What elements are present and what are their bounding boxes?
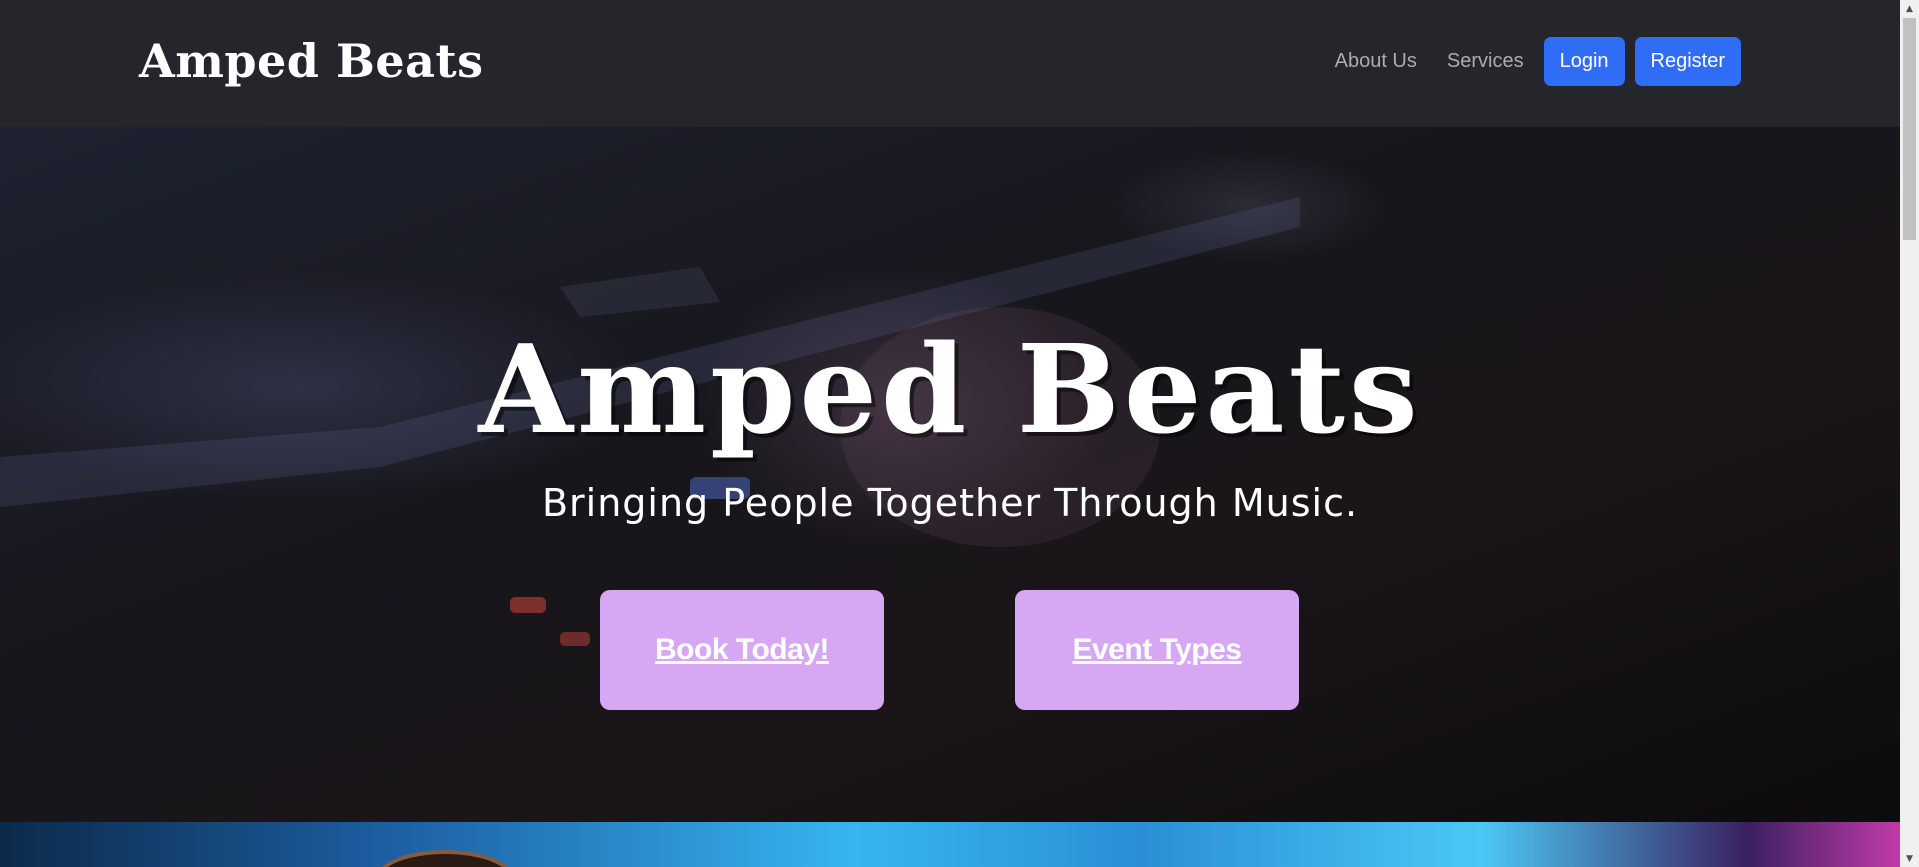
scroll-down-arrow-icon[interactable]: ▼: [1900, 850, 1919, 867]
nav-links: About Us Services Login Register: [1325, 37, 1741, 86]
hero-section: Amped Beats Bringing People Together Thr…: [0, 127, 1900, 822]
book-today-button[interactable]: Book Today!: [600, 590, 884, 710]
brand-logo-link[interactable]: Amped Beats: [139, 34, 484, 88]
headphones-image-detail: [375, 850, 515, 867]
login-button[interactable]: Login: [1543, 37, 1625, 86]
event-types-button[interactable]: Event Types: [1015, 590, 1299, 710]
top-navbar: Amped Beats About Us Services Login Regi…: [0, 0, 1900, 127]
page-scrollbar[interactable]: ▲ ▼: [1900, 0, 1919, 867]
hero-background-image: [0, 197, 1300, 646]
register-button[interactable]: Register: [1634, 37, 1741, 86]
nav-link-services[interactable]: Services: [1437, 50, 1534, 73]
scroll-up-arrow-icon[interactable]: ▲: [1900, 0, 1919, 17]
hero-subtitle: Bringing People Together Through Music.: [541, 481, 1359, 525]
scrollbar-thumb[interactable]: [1903, 18, 1916, 240]
next-section-image: [0, 822, 1900, 867]
hero-title: Amped Beats: [478, 317, 1422, 461]
nav-link-about-us[interactable]: About Us: [1325, 50, 1427, 73]
